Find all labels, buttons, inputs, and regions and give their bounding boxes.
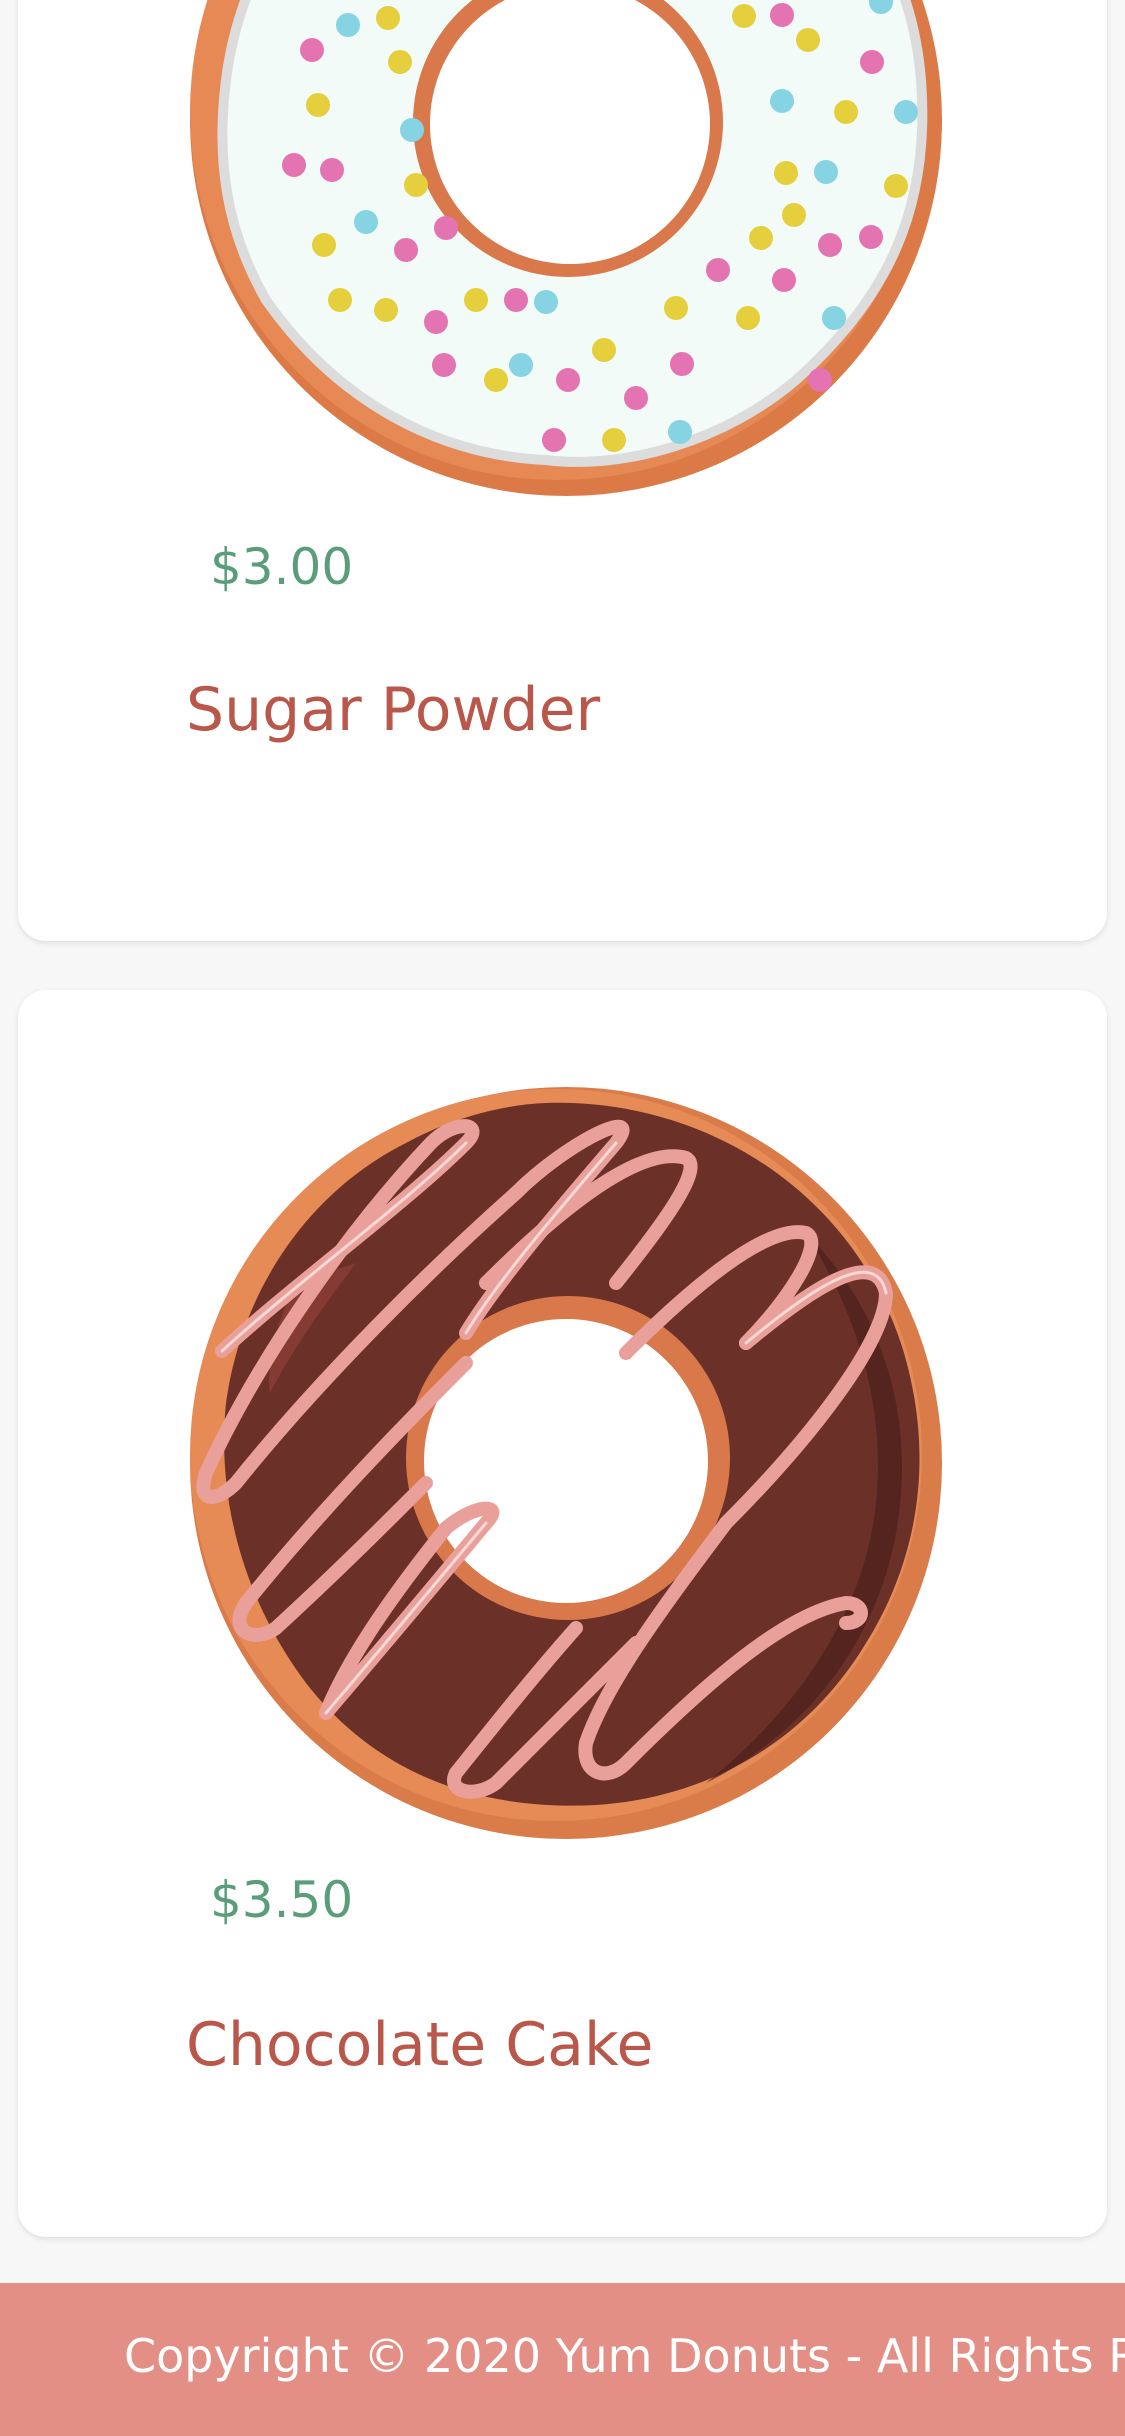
footer: Copyright © 2020 Yum Donuts - All Rights… [0, 2283, 1125, 2436]
chocolate-donut-image [190, 1087, 942, 1839]
product-name[interactable]: Sugar Powder [186, 675, 600, 745]
copyright-text: Copyright © 2020 Yum Donuts - All Rights… [124, 2329, 1125, 2383]
product-card[interactable]: $3.50 Chocolate Cake [18, 990, 1107, 2237]
product-price: $3.00 [210, 538, 354, 596]
product-card[interactable]: $3.00 Sugar Powder [18, 0, 1107, 941]
sprinkle-donut-image [190, 0, 942, 496]
product-price: $3.50 [210, 1871, 354, 1929]
product-name[interactable]: Chocolate Cake [186, 2010, 653, 2080]
page: $3.00 Sugar Powder $3.50 Chocolate Cake … [0, 0, 1125, 2436]
